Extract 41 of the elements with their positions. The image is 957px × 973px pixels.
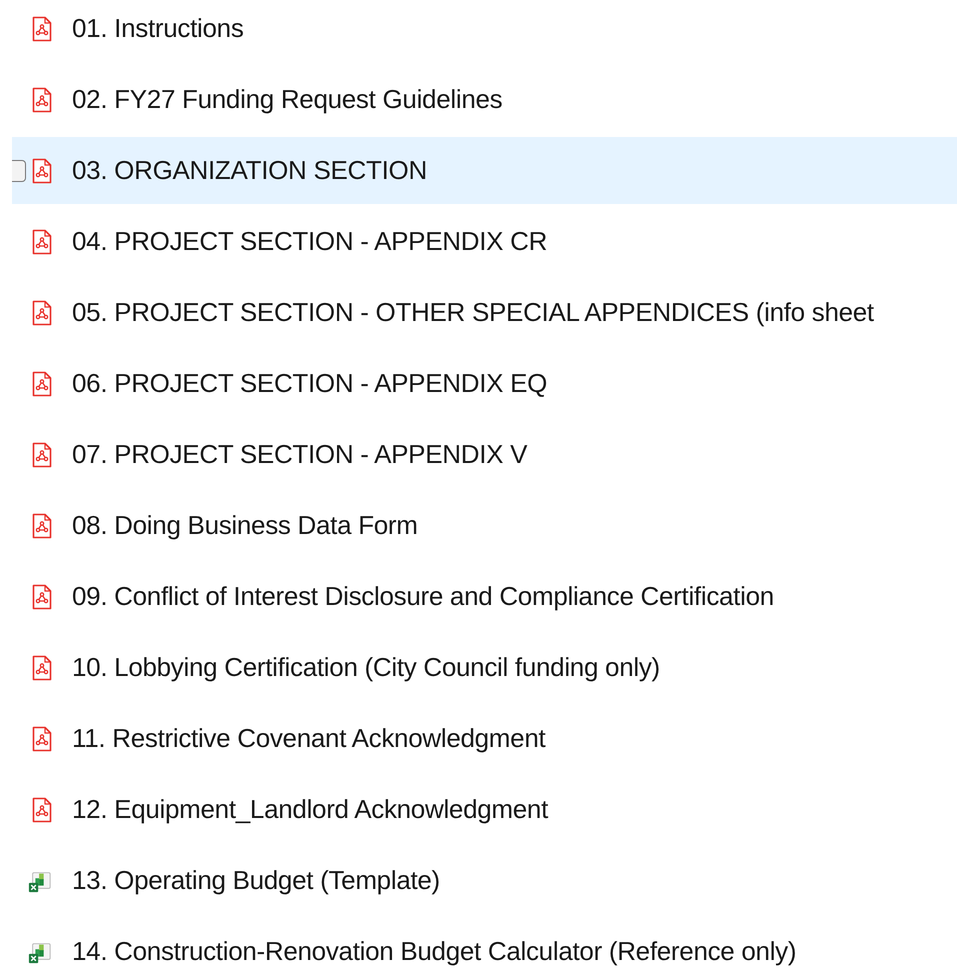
pdf-file-icon [32, 158, 52, 184]
file-row[interactable]: 09. Conflict of Interest Disclosure and Compliance Certification [12, 563, 957, 630]
file-row[interactable]: 13. Operating Budget (Template) [12, 847, 957, 914]
pdf-file-icon [32, 228, 52, 254]
pdf-file-icon [32, 86, 52, 112]
pdf-file-icon [32, 442, 52, 468]
file-row[interactable]: 08. Doing Business Data Form [12, 492, 957, 559]
file-name: 02. FY27 Funding Request Guidelines [72, 84, 502, 115]
pdf-file-icon [32, 16, 52, 42]
file-name: 03. ORGANIZATION SECTION [72, 155, 427, 186]
file-name: 13. Operating Budget (Template) [72, 865, 440, 896]
file-name: 10. Lobbying Certification (City Council funding only) [72, 652, 660, 683]
file-row[interactable]: 01. Instructions [12, 0, 957, 62]
file-name: 14. Construction-Renovation Budget Calculator (Reference only) [72, 936, 796, 967]
file-row[interactable]: 05. PROJECT SECTION - OTHER SPECIAL APPENDICES (info sheet [12, 279, 957, 346]
file-row[interactable]: 04. PROJECT SECTION - APPENDIX CR [12, 208, 957, 275]
file-name: 01. Instructions [72, 13, 244, 44]
pdf-file-icon [32, 370, 52, 396]
file-name: 11. Restrictive Covenant Acknowledgment [72, 723, 546, 754]
file-name: 05. PROJECT SECTION - OTHER SPECIAL APPENDICES (info sheet [72, 297, 874, 328]
pdf-file-icon [32, 796, 52, 822]
file-name: 09. Conflict of Interest Disclosure and Compliance Certification [72, 581, 774, 612]
file-name: 07. PROJECT SECTION - APPENDIX V [72, 439, 528, 470]
file-name: 12. Equipment_Landlord Acknowledgment [72, 794, 548, 825]
file-row[interactable]: 10. Lobbying Certification (City Council funding only) [12, 634, 957, 701]
pdf-file-icon [32, 584, 52, 610]
file-row[interactable]: 06. PROJECT SECTION - APPENDIX EQ [12, 350, 957, 417]
file-row[interactable]: 11. Restrictive Covenant Acknowledgment [12, 705, 957, 772]
file-row[interactable]: 14. Construction-Renovation Budget Calculator (Reference only) [12, 918, 957, 973]
file-row[interactable]: 07. PROJECT SECTION - APPENDIX V [12, 421, 957, 488]
file-row[interactable]: 12. Equipment_Landlord Acknowledgment [12, 776, 957, 843]
pdf-file-icon [32, 300, 52, 326]
file-name: 08. Doing Business Data Form [72, 510, 418, 541]
pdf-file-icon [32, 726, 52, 752]
file-name: 06. PROJECT SECTION - APPENDIX EQ [72, 368, 548, 399]
file-name: 04. PROJECT SECTION - APPENDIX CR [72, 226, 548, 257]
file-row[interactable]: 03. ORGANIZATION SECTION [12, 137, 957, 204]
pdf-file-icon [32, 654, 52, 680]
checkbox[interactable] [12, 160, 26, 182]
pdf-file-icon [32, 512, 52, 538]
file-row[interactable]: 02. FY27 Funding Request Guidelines [12, 66, 957, 133]
